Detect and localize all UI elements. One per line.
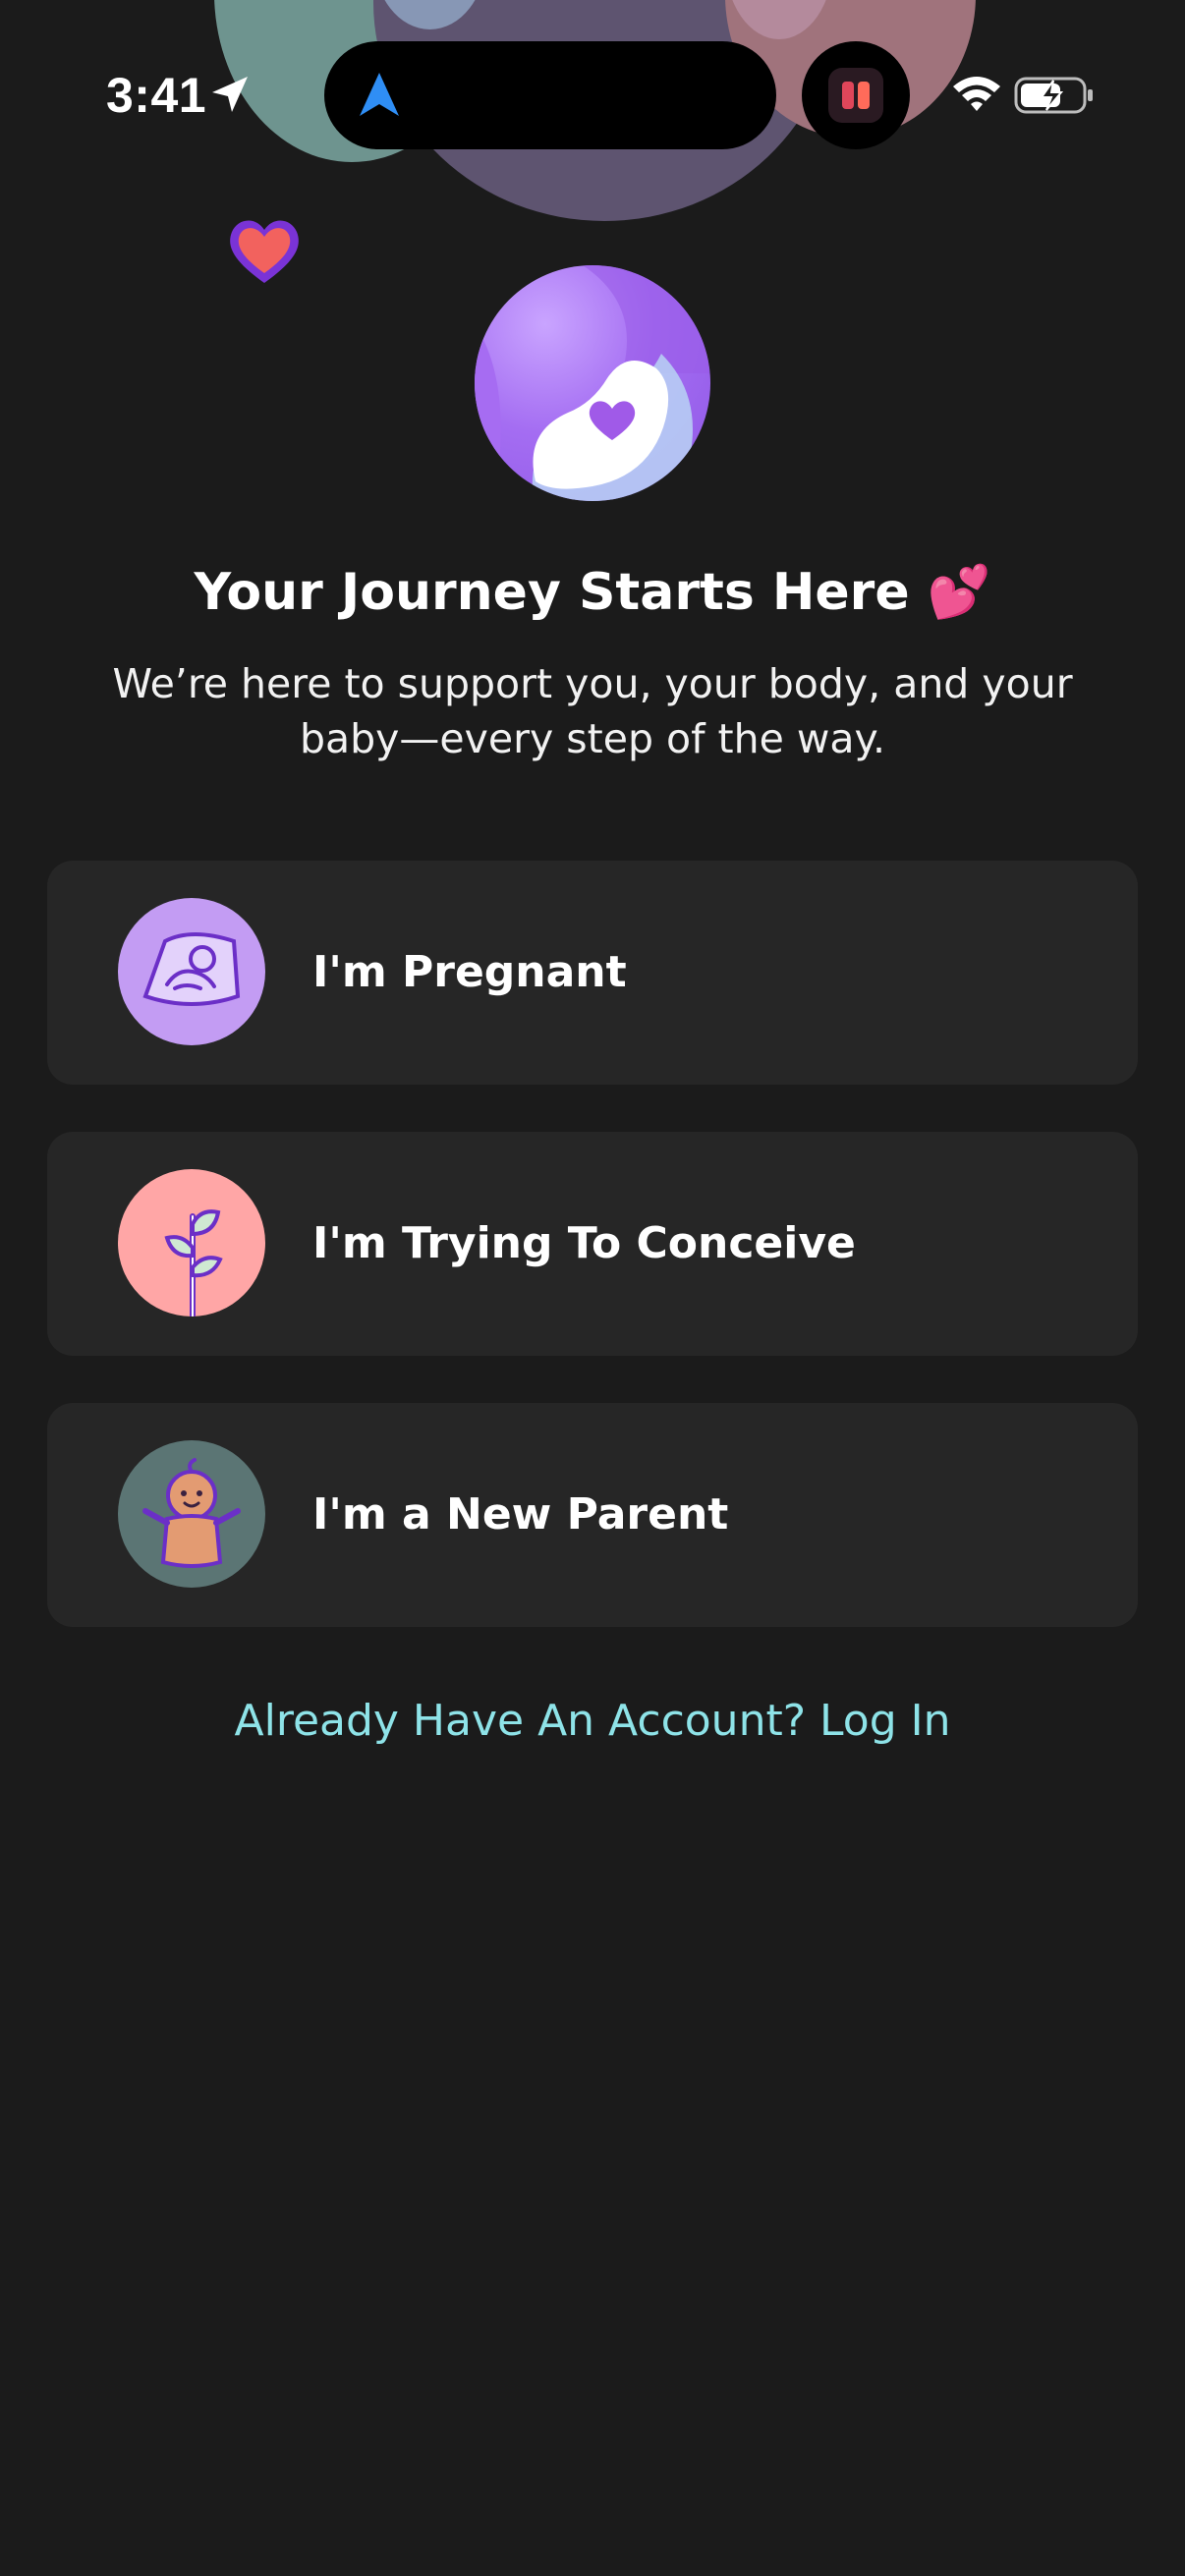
ultrasound-icon [118,898,265,1045]
option-label-trying-to-conceive: I'm Trying To Conceive [312,1218,856,1268]
page-subtitle: We’re here to support you, your body, an… [112,660,1073,762]
status-bar: 3:41 [0,0,1185,196]
option-card-trying-to-conceive[interactable]: I'm Trying To Conceive [47,1132,1138,1356]
wifi-icon [953,77,1000,111]
location-arrow-icon [212,77,248,112]
page-title: Your Journey Starts Here 💕 [194,563,991,622]
option-label-pregnant: I'm Pregnant [312,947,627,997]
login-link[interactable]: Already Have An Account? Log In [0,1696,1185,1746]
floating-heart-icon [230,220,299,283]
navigation-arrow-icon [360,73,399,116]
option-card-new-parent[interactable]: I'm a New Parent [47,1403,1138,1627]
sprout-icon [118,1169,265,1316]
status-time: 3:41 [106,68,207,123]
app-activity-indicator[interactable] [802,41,910,149]
battery-charging-icon [1014,77,1093,114]
pregnancy-hero-icon [475,265,710,501]
app-activity-icon [828,68,883,123]
option-card-pregnant[interactable]: I'm Pregnant [47,861,1138,1085]
baby-icon [118,1440,265,1588]
option-label-new-parent: I'm a New Parent [312,1489,729,1540]
